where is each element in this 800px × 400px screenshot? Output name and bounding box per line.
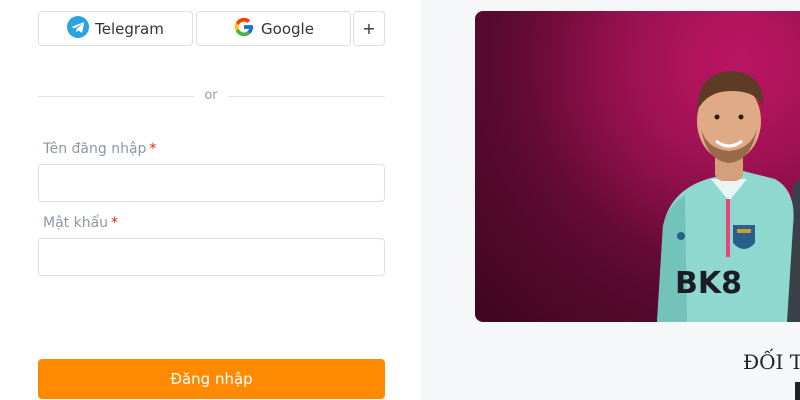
username-label-text: Tên đăng nhập [43, 141, 147, 157]
username-label: Tên đăng nhập * [43, 141, 156, 157]
required-marker: * [111, 215, 119, 231]
more-login-options-button[interactable]: + [353, 11, 385, 46]
promo-subtitle-fragment [795, 382, 800, 400]
google-login-button[interactable]: Google [196, 11, 351, 46]
login-submit-button[interactable]: Đăng nhập [38, 359, 385, 399]
promo-area: BK8 ĐỐI T [421, 0, 800, 400]
promo-title: ĐỐI T [743, 350, 800, 374]
required-marker: * [149, 141, 157, 157]
login-page: Telegram Google + or Tên đăng nhập * Mật… [0, 0, 800, 400]
password-label: Mật khẩu * [43, 215, 118, 231]
divider-text: or [204, 88, 218, 103]
telegram-icon [67, 15, 90, 42]
sponsor-text: BK8 [675, 266, 742, 301]
divider-line-right [228, 96, 385, 97]
players-photo: BK8 [475, 11, 800, 322]
divider-line-left [38, 96, 194, 97]
password-label-text: Mật khẩu [43, 215, 109, 231]
google-icon [233, 16, 255, 42]
username-input[interactable] [38, 164, 385, 202]
telegram-login-button[interactable]: Telegram [38, 11, 193, 46]
promo-banner: BK8 [475, 11, 800, 322]
or-divider: or [38, 88, 385, 104]
google-login-label: Google [261, 19, 314, 38]
password-input[interactable] [38, 238, 385, 276]
login-panel: Telegram Google + or Tên đăng nhập * Mật… [0, 0, 421, 400]
telegram-login-label: Telegram [95, 19, 164, 38]
more-login-label: + [362, 19, 376, 38]
